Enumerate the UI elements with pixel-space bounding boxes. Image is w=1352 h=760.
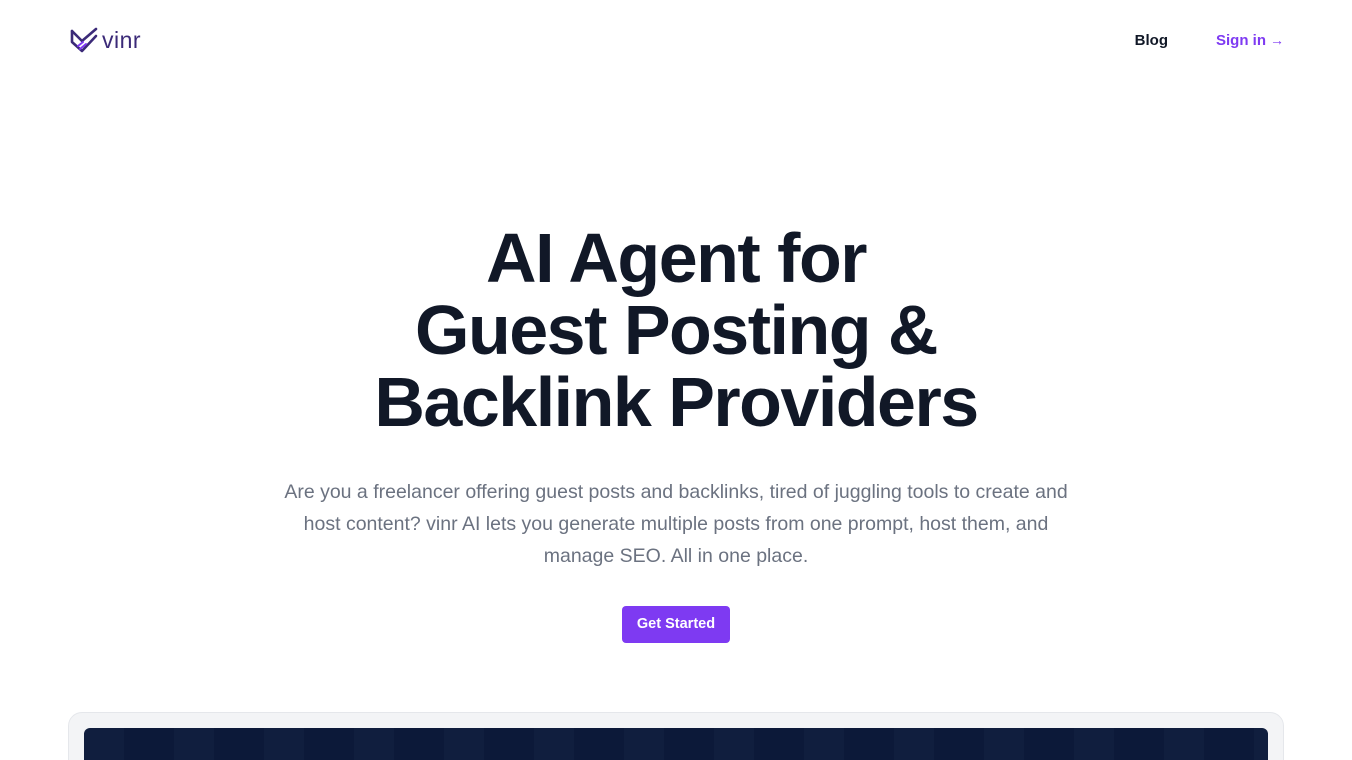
landing-page: vinr Blog Sign in → AI Agent for Guest P… — [0, 0, 1352, 760]
sign-in-link[interactable]: Sign in → — [1216, 32, 1284, 49]
site-header: vinr Blog Sign in → — [0, 0, 1352, 80]
hero-title-line: AI Agent for — [486, 219, 867, 297]
get-started-button[interactable]: Get Started — [621, 606, 731, 643]
hero-section: AI Agent for Guest Posting & Backlink Pr… — [0, 222, 1352, 643]
arrow-right-icon: → — [1270, 32, 1284, 48]
hero-description: Are you a freelancer offering guest post… — [284, 481, 1068, 567]
nav-blog-link[interactable]: Blog — [1135, 32, 1168, 49]
hero-title: AI Agent for Guest Posting & Backlink Pr… — [0, 222, 1352, 438]
product-preview-frame — [68, 712, 1284, 760]
sign-in-label: Sign in — [1216, 31, 1266, 49]
hero-title-line: Guest Posting & — [415, 291, 938, 369]
logo-wordmark: vinr — [102, 26, 142, 53]
top-nav: Blog Sign in → — [1135, 32, 1284, 49]
vinr-logo-icon — [70, 27, 98, 53]
product-preview-screenshot — [84, 728, 1268, 760]
hero-title-line: Backlink Providers — [374, 363, 979, 441]
logo-link[interactable]: vinr — [70, 26, 141, 54]
